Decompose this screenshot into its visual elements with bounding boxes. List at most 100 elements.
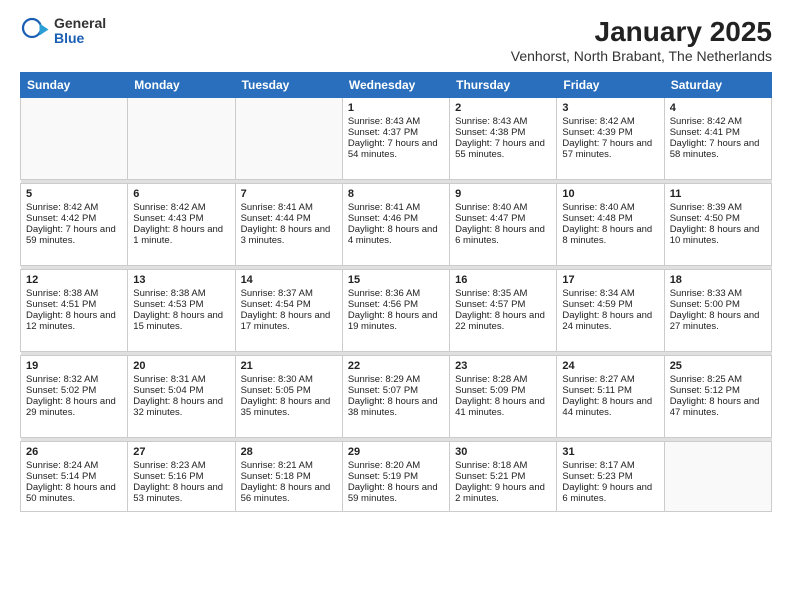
sunrise-text: Sunrise: 8:36 AM	[348, 288, 420, 299]
sunrise-text: Sunrise: 8:42 AM	[670, 116, 742, 127]
daylight-text: Daylight: 8 hours and 4 minutes.	[348, 224, 438, 246]
daylight-text: Daylight: 8 hours and 6 minutes.	[455, 224, 545, 246]
sunset-text: Sunset: 4:44 PM	[241, 213, 311, 224]
daylight-text: Daylight: 8 hours and 10 minutes.	[670, 224, 760, 246]
daylight-text: Daylight: 8 hours and 15 minutes.	[133, 310, 223, 332]
calendar-cell: 9Sunrise: 8:40 AMSunset: 4:47 PMDaylight…	[450, 184, 557, 266]
day-number: 26	[26, 446, 122, 458]
calendar-cell: 30Sunrise: 8:18 AMSunset: 5:21 PMDayligh…	[450, 442, 557, 512]
weekday-header-sunday: Sunday	[21, 73, 128, 98]
calendar-cell: 12Sunrise: 8:38 AMSunset: 4:51 PMDayligh…	[21, 270, 128, 352]
sunset-text: Sunset: 4:37 PM	[348, 127, 418, 138]
sunset-text: Sunset: 5:02 PM	[26, 385, 96, 396]
daylight-text: Daylight: 8 hours and 17 minutes.	[241, 310, 331, 332]
daylight-text: Daylight: 8 hours and 22 minutes.	[455, 310, 545, 332]
calendar-week-3: 12Sunrise: 8:38 AMSunset: 4:51 PMDayligh…	[21, 270, 772, 352]
sunset-text: Sunset: 4:39 PM	[562, 127, 632, 138]
sunset-text: Sunset: 5:07 PM	[348, 385, 418, 396]
sunrise-text: Sunrise: 8:30 AM	[241, 374, 313, 385]
sunrise-text: Sunrise: 8:32 AM	[26, 374, 98, 385]
calendar-week-2: 5Sunrise: 8:42 AMSunset: 4:42 PMDaylight…	[21, 184, 772, 266]
sunrise-text: Sunrise: 8:24 AM	[26, 460, 98, 471]
header: General Blue January 2025 Venhorst, Nort…	[20, 16, 772, 64]
calendar-table: SundayMondayTuesdayWednesdayThursdayFrid…	[20, 72, 772, 512]
day-number: 11	[670, 188, 766, 200]
sunset-text: Sunset: 5:11 PM	[562, 385, 632, 396]
sunset-text: Sunset: 5:19 PM	[348, 471, 418, 482]
logo-general: General	[54, 16, 106, 31]
title-block: January 2025 Venhorst, North Brabant, Th…	[511, 16, 772, 64]
day-number: 28	[241, 446, 337, 458]
calendar-week-5: 26Sunrise: 8:24 AMSunset: 5:14 PMDayligh…	[21, 442, 772, 512]
daylight-text: Daylight: 8 hours and 35 minutes.	[241, 396, 331, 418]
daylight-text: Daylight: 8 hours and 24 minutes.	[562, 310, 652, 332]
day-number: 13	[133, 274, 229, 286]
calendar-cell: 3Sunrise: 8:42 AMSunset: 4:39 PMDaylight…	[557, 98, 664, 180]
daylight-text: Daylight: 8 hours and 44 minutes.	[562, 396, 652, 418]
sunset-text: Sunset: 5:14 PM	[26, 471, 96, 482]
sunrise-text: Sunrise: 8:40 AM	[455, 202, 527, 213]
calendar-title: January 2025	[511, 16, 772, 48]
sunset-text: Sunset: 4:46 PM	[348, 213, 418, 224]
daylight-text: Daylight: 8 hours and 3 minutes.	[241, 224, 331, 246]
calendar-cell: 2Sunrise: 8:43 AMSunset: 4:38 PMDaylight…	[450, 98, 557, 180]
sunset-text: Sunset: 5:23 PM	[562, 471, 632, 482]
daylight-text: Daylight: 7 hours and 55 minutes.	[455, 138, 545, 160]
sunset-text: Sunset: 5:05 PM	[241, 385, 311, 396]
day-number: 6	[133, 188, 229, 200]
calendar-cell: 28Sunrise: 8:21 AMSunset: 5:18 PMDayligh…	[235, 442, 342, 512]
day-number: 10	[562, 188, 658, 200]
calendar-cell	[235, 98, 342, 180]
day-number: 20	[133, 360, 229, 372]
day-number: 16	[455, 274, 551, 286]
day-number: 14	[241, 274, 337, 286]
sunset-text: Sunset: 4:43 PM	[133, 213, 203, 224]
sunset-text: Sunset: 5:04 PM	[133, 385, 203, 396]
logo: General Blue	[20, 16, 106, 47]
day-number: 3	[562, 102, 658, 114]
sunrise-text: Sunrise: 8:27 AM	[562, 374, 634, 385]
sunset-text: Sunset: 5:12 PM	[670, 385, 740, 396]
sunrise-text: Sunrise: 8:38 AM	[133, 288, 205, 299]
day-number: 2	[455, 102, 551, 114]
calendar-cell: 1Sunrise: 8:43 AMSunset: 4:37 PMDaylight…	[342, 98, 449, 180]
daylight-text: Daylight: 8 hours and 50 minutes.	[26, 482, 116, 504]
daylight-text: Daylight: 8 hours and 38 minutes.	[348, 396, 438, 418]
daylight-text: Daylight: 7 hours and 58 minutes.	[670, 138, 760, 160]
day-number: 18	[670, 274, 766, 286]
calendar-cell	[21, 98, 128, 180]
calendar-cell: 18Sunrise: 8:33 AMSunset: 5:00 PMDayligh…	[664, 270, 771, 352]
calendar-cell: 24Sunrise: 8:27 AMSunset: 5:11 PMDayligh…	[557, 356, 664, 438]
sunset-text: Sunset: 5:16 PM	[133, 471, 203, 482]
logo-blue: Blue	[54, 31, 106, 46]
day-number: 5	[26, 188, 122, 200]
sunset-text: Sunset: 4:41 PM	[670, 127, 740, 138]
daylight-text: Daylight: 8 hours and 27 minutes.	[670, 310, 760, 332]
sunrise-text: Sunrise: 8:40 AM	[562, 202, 634, 213]
weekday-header-wednesday: Wednesday	[342, 73, 449, 98]
weekday-header-saturday: Saturday	[664, 73, 771, 98]
sunrise-text: Sunrise: 8:31 AM	[133, 374, 205, 385]
day-number: 27	[133, 446, 229, 458]
day-number: 9	[455, 188, 551, 200]
sunset-text: Sunset: 4:53 PM	[133, 299, 203, 310]
calendar-cell: 6Sunrise: 8:42 AMSunset: 4:43 PMDaylight…	[128, 184, 235, 266]
calendar-cell: 27Sunrise: 8:23 AMSunset: 5:16 PMDayligh…	[128, 442, 235, 512]
sunset-text: Sunset: 4:48 PM	[562, 213, 632, 224]
sunset-text: Sunset: 4:54 PM	[241, 299, 311, 310]
daylight-text: Daylight: 8 hours and 41 minutes.	[455, 396, 545, 418]
sunset-text: Sunset: 4:50 PM	[670, 213, 740, 224]
calendar-cell: 31Sunrise: 8:17 AMSunset: 5:23 PMDayligh…	[557, 442, 664, 512]
day-number: 15	[348, 274, 444, 286]
calendar-cell: 22Sunrise: 8:29 AMSunset: 5:07 PMDayligh…	[342, 356, 449, 438]
daylight-text: Daylight: 8 hours and 1 minute.	[133, 224, 223, 246]
weekday-header-thursday: Thursday	[450, 73, 557, 98]
calendar-cell	[128, 98, 235, 180]
day-number: 1	[348, 102, 444, 114]
sunrise-text: Sunrise: 8:38 AM	[26, 288, 98, 299]
calendar-cell: 16Sunrise: 8:35 AMSunset: 4:57 PMDayligh…	[450, 270, 557, 352]
weekday-header-row: SundayMondayTuesdayWednesdayThursdayFrid…	[21, 73, 772, 98]
sunset-text: Sunset: 5:21 PM	[455, 471, 525, 482]
daylight-text: Daylight: 9 hours and 6 minutes.	[562, 482, 652, 504]
daylight-text: Daylight: 8 hours and 8 minutes.	[562, 224, 652, 246]
